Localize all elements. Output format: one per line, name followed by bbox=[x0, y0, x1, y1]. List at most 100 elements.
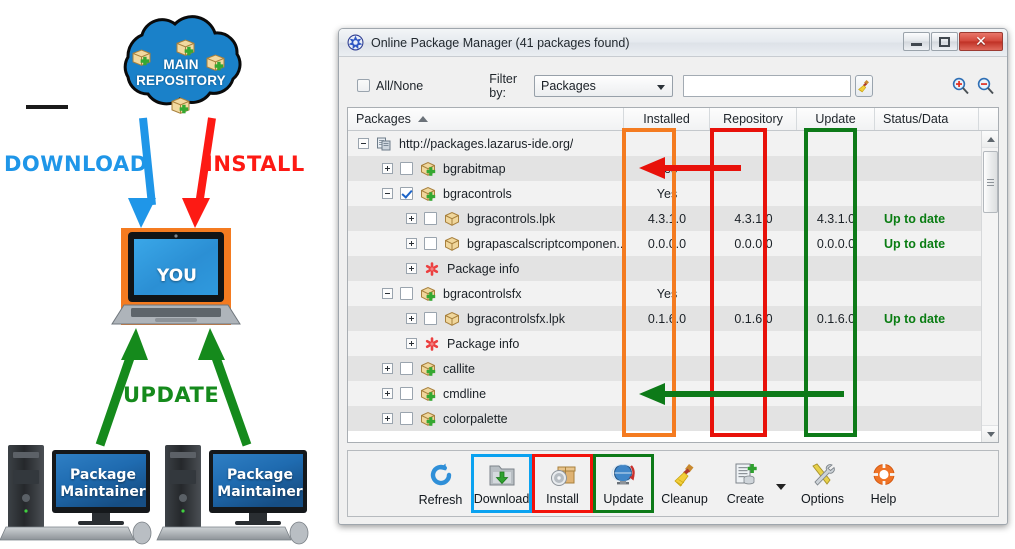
all-none-checkbox[interactable] bbox=[357, 79, 370, 92]
create-label: Create bbox=[726, 492, 765, 506]
row-expand-toggle[interactable] bbox=[382, 163, 393, 174]
online-package-manager-window: Online Package Manager (41 packages foun… bbox=[338, 28, 1008, 525]
package-plus-icon bbox=[421, 361, 436, 376]
search-input[interactable] bbox=[682, 74, 851, 97]
row-collapse-toggle[interactable] bbox=[382, 288, 393, 299]
table-row[interactable]: colorpalette bbox=[348, 406, 981, 431]
row-checkbox[interactable] bbox=[424, 312, 437, 325]
column-header-repository[interactable]: Repository bbox=[710, 108, 797, 130]
options-button[interactable]: Options bbox=[792, 454, 853, 513]
maintainer-right-line2: Maintainer bbox=[217, 484, 303, 500]
sort-ascending-icon bbox=[417, 116, 428, 122]
row-checkbox[interactable] bbox=[400, 362, 413, 375]
row-package-name: colorpalette bbox=[443, 411, 508, 426]
row-package-cell: bgrabitmap bbox=[348, 161, 624, 177]
help-button[interactable]: Help bbox=[853, 454, 914, 513]
clear-filter-button[interactable] bbox=[854, 74, 873, 97]
window-title: Online Package Manager (41 packages foun… bbox=[371, 35, 630, 50]
row-expand-toggle[interactable] bbox=[406, 338, 417, 349]
column-header-status-data[interactable]: Status/Data bbox=[875, 108, 979, 130]
row-package-name: bgrabitmap bbox=[443, 161, 506, 176]
column-header-installed[interactable]: Installed bbox=[624, 108, 710, 130]
row-collapse-toggle[interactable] bbox=[382, 188, 393, 199]
row-expand-toggle[interactable] bbox=[382, 413, 393, 424]
grip-icon bbox=[987, 177, 994, 188]
cleanup-label: Cleanup bbox=[661, 492, 708, 506]
scroll-down-button[interactable] bbox=[982, 425, 998, 442]
column-header-status-data-label: Status/Data bbox=[883, 112, 949, 126]
create-dropdown-icon[interactable] bbox=[776, 483, 786, 490]
table-row[interactable]: cmdline bbox=[348, 381, 981, 406]
row-expand-toggle[interactable] bbox=[406, 313, 417, 324]
asterisk-icon bbox=[425, 261, 439, 276]
cloud-label: MAIN REPOSITORY bbox=[110, 57, 252, 89]
filter-by-label: Filter by: bbox=[489, 71, 518, 100]
window-controls: ✕ bbox=[903, 32, 1003, 51]
table-row[interactable]: http://packages.lazarus-ide.org/ bbox=[348, 131, 981, 156]
row-expand-toggle[interactable] bbox=[382, 363, 393, 374]
action-toolbar: Refresh Download Install Update Cleanup … bbox=[347, 450, 999, 517]
table-row[interactable]: Package info bbox=[348, 256, 981, 281]
packages-grid: Packages Installed Repository Update Sta… bbox=[347, 107, 999, 443]
laptop-screen-label: YOU bbox=[157, 266, 197, 286]
window-titlebar[interactable]: Online Package Manager (41 packages foun… bbox=[339, 29, 1007, 57]
table-row[interactable]: callite bbox=[348, 356, 981, 381]
create-button[interactable]: Create bbox=[715, 454, 776, 513]
package-flow-diagram: MAIN REPOSITORY DOWNLOAD INSTALL UPDATE … bbox=[0, 0, 332, 549]
table-row[interactable]: bgracontrols.lpk 4.3.1.0 4.3.1.0 4.3.1.0 Up … bbox=[348, 206, 981, 231]
package-plus-icon bbox=[421, 386, 436, 401]
vertical-scrollbar[interactable] bbox=[981, 131, 998, 442]
table-row[interactable]: bgrabitmap Yes bbox=[348, 156, 981, 181]
table-row[interactable]: bgrapascalscriptcomponen... 0.0.0.0 0.0.0.… bbox=[348, 231, 981, 256]
row-expand-toggle[interactable] bbox=[382, 388, 393, 399]
row-checkbox[interactable] bbox=[400, 287, 413, 300]
row-repository-cell: 4.3.1.0 bbox=[734, 211, 773, 226]
cloud-label-line2: REPOSITORY bbox=[136, 73, 226, 88]
grid-rows: http://packages.lazarus-ide.org/bgrabitm… bbox=[348, 131, 981, 442]
row-package-cell: bgrapascalscriptcomponen... bbox=[348, 236, 624, 252]
zoom-in-icon[interactable] bbox=[951, 76, 970, 95]
row-expand-toggle[interactable] bbox=[406, 263, 417, 274]
row-expand-toggle[interactable] bbox=[406, 238, 417, 249]
row-checkbox[interactable] bbox=[400, 387, 413, 400]
row-package-name: callite bbox=[443, 361, 475, 376]
minimize-button[interactable] bbox=[903, 32, 930, 51]
row-collapse-toggle[interactable] bbox=[358, 138, 369, 149]
refresh-button[interactable]: Refresh bbox=[410, 454, 471, 513]
cleanup-button[interactable]: Cleanup bbox=[654, 454, 715, 513]
close-icon: ✕ bbox=[975, 33, 987, 50]
row-checkbox[interactable] bbox=[400, 162, 413, 175]
row-package-cell: bgracontrols bbox=[348, 186, 624, 202]
table-row[interactable]: bgracontrols Yes bbox=[348, 181, 981, 206]
column-header-installed-label: Installed bbox=[643, 112, 690, 126]
row-checkbox[interactable] bbox=[424, 237, 437, 250]
maximize-button[interactable] bbox=[931, 32, 958, 51]
row-package-cell: colorpalette bbox=[348, 411, 624, 427]
table-row[interactable]: bgracontrolsfx.lpk 0.1.6.0 0.1.6.0 0.1.6.0 U… bbox=[348, 306, 981, 331]
scrollbar-thumb[interactable] bbox=[983, 151, 998, 213]
grid-header-row: Packages Installed Repository Update Sta… bbox=[348, 108, 998, 131]
row-expand-toggle[interactable] bbox=[406, 213, 417, 224]
row-package-cell: Package info bbox=[348, 261, 624, 277]
table-row[interactable]: bgracontrolsfx Yes bbox=[348, 281, 981, 306]
column-header-update[interactable]: Update bbox=[797, 108, 875, 130]
row-package-name: bgracontrolsfx.lpk bbox=[467, 311, 565, 326]
scroll-up-button[interactable] bbox=[982, 131, 998, 148]
column-header-packages[interactable]: Packages bbox=[348, 108, 624, 130]
filter-by-select[interactable]: Packages bbox=[534, 74, 673, 97]
download-label: Download bbox=[473, 492, 530, 506]
close-button[interactable]: ✕ bbox=[959, 32, 1003, 51]
filter-toolbar: All/None Filter by: Packages bbox=[347, 64, 999, 107]
row-checkbox[interactable] bbox=[424, 212, 437, 225]
table-row[interactable]: Package info bbox=[348, 331, 981, 356]
row-checkbox[interactable] bbox=[400, 412, 413, 425]
cloud-label-line1: MAIN bbox=[163, 57, 199, 72]
download-folder-icon bbox=[489, 465, 514, 486]
zoom-out-icon[interactable] bbox=[976, 76, 995, 95]
row-checkbox[interactable] bbox=[400, 187, 413, 200]
update-button[interactable]: Update bbox=[593, 454, 654, 513]
row-package-cell: callite bbox=[348, 361, 624, 377]
all-none-checkbox-group[interactable]: All/None bbox=[357, 79, 423, 93]
install-button[interactable]: Install bbox=[532, 454, 593, 513]
download-button[interactable]: Download bbox=[471, 454, 532, 513]
